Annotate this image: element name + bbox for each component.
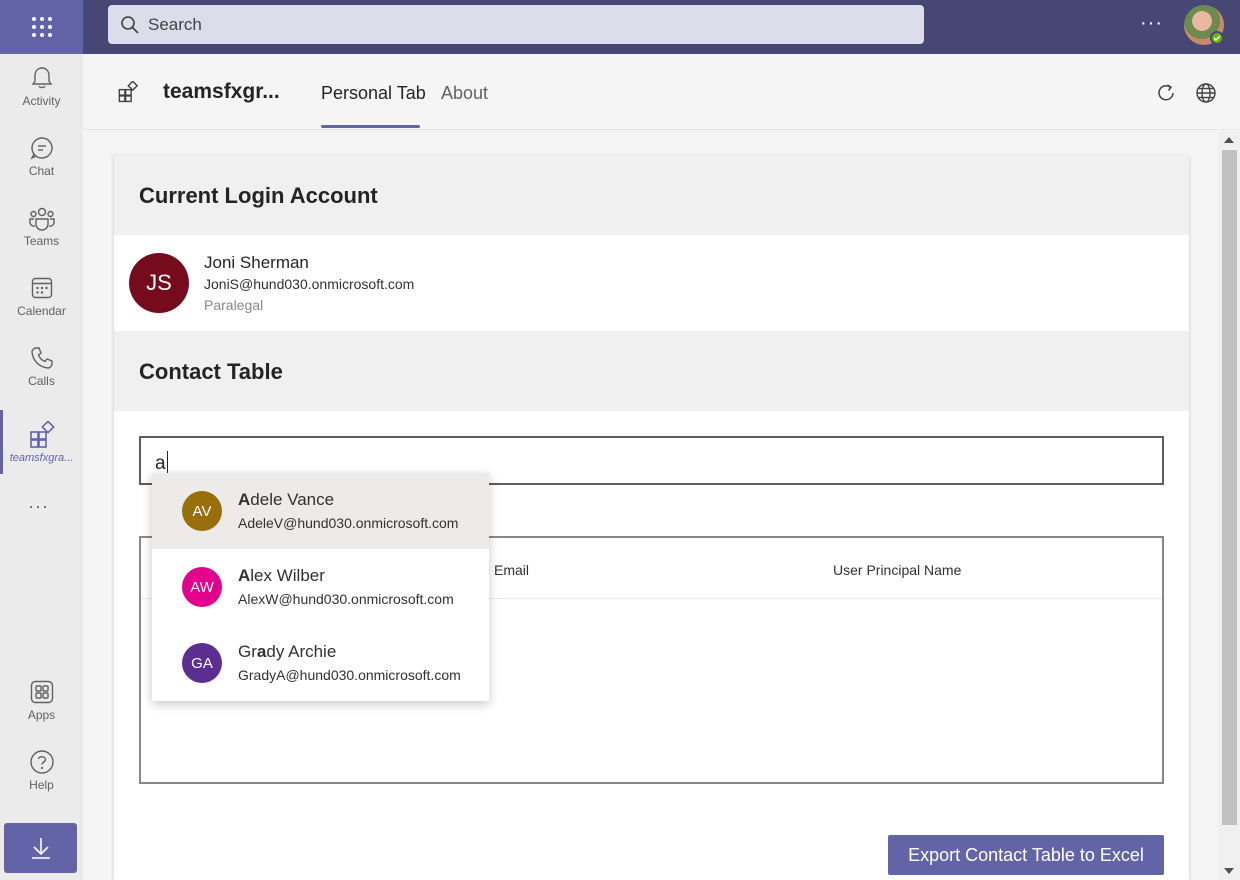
calendar-icon (31, 277, 52, 298)
scrollbar-thumb[interactable] (1222, 150, 1237, 825)
people-suggestions-list: AV Adele Vance AdeleV@hund030.onmicrosof… (152, 473, 489, 701)
top-bar: Search ··· (0, 0, 1240, 54)
rail-label: Chat (28, 163, 55, 178)
app-header: teamsfxgr... Personal Tab About (83, 54, 1240, 130)
rail-item-activity[interactable]: Activity (0, 54, 83, 118)
suggestion-email: AdeleV@hund030.onmicrosoft.com (238, 515, 459, 531)
help-icon (29, 749, 54, 774)
suggestion-avatar: AW (182, 567, 222, 607)
persona-avatar: JS (129, 253, 189, 313)
column-header-email[interactable]: Email (494, 562, 529, 578)
search-box[interactable]: Search (108, 5, 924, 44)
bell-icon (31, 66, 52, 88)
app-rail: Activity Chat Teams Calendar Calls teams… (0, 54, 83, 880)
globe-icon (1196, 83, 1216, 103)
name-suffix: lex Wilber (250, 566, 325, 585)
name-match: a (256, 642, 267, 661)
suggestion-email: AlexW@hund030.onmicrosoft.com (238, 591, 454, 607)
contacts-section-title: Contact Table (139, 359, 283, 384)
rail-label: Teams (23, 233, 60, 248)
persona-name: Joni Sherman (204, 253, 309, 272)
login-section-header: Current Login Account (114, 155, 1189, 235)
app-title: teamsfxgr... (163, 80, 280, 103)
rail-item-calls[interactable]: Calls (0, 334, 83, 398)
refresh-icon (1158, 84, 1174, 101)
phone-icon (30, 346, 53, 369)
rail-label: Apps (27, 707, 56, 722)
persona-job-title: Paralegal (204, 297, 264, 313)
teams-icon (28, 207, 55, 231)
scroll-down-arrow-icon[interactable] (1224, 868, 1234, 874)
more-apps-button[interactable]: ··· (28, 496, 49, 517)
rail-item-calendar[interactable]: Calendar (0, 264, 83, 328)
rail-label: Help (29, 777, 54, 792)
app-launcher-button[interactable] (0, 0, 83, 54)
rail-item-help[interactable]: Help (0, 738, 83, 802)
app-icon (118, 80, 139, 103)
refresh-button[interactable] (1155, 82, 1177, 109)
selected-tab-indicator (321, 125, 420, 128)
app-icon (29, 420, 55, 448)
rail-item-chat[interactable]: Chat (0, 124, 83, 188)
suggestion-name: Alex Wilber (238, 566, 325, 586)
name-suffix: dele Vance (250, 490, 335, 509)
column-header-upn[interactable]: User Principal Name (833, 562, 961, 578)
rail-item-teamsfx-app[interactable]: teamsfxgra... (0, 410, 83, 474)
rail-label: teamsfxgra... (9, 451, 74, 464)
more-options-button[interactable]: ··· (1140, 12, 1163, 35)
suggestion-item[interactable]: GA Grady Archie GradyA@hund030.onmicroso… (152, 625, 489, 701)
open-in-browser-button[interactable] (1195, 82, 1217, 109)
people-picker-text: a (155, 453, 166, 474)
rail-item-teams[interactable]: Teams (0, 194, 83, 258)
scroll-up-arrow-icon[interactable] (1224, 137, 1234, 143)
people-picker-value: a (155, 451, 168, 475)
name-match: A (238, 566, 251, 585)
tab-about[interactable]: About (441, 83, 488, 104)
persona-email: JoniS@hund030.onmicrosoft.com (204, 276, 415, 292)
text-caret (166, 451, 168, 473)
download-app-button[interactable] (4, 823, 77, 873)
name-prefix: Gr (238, 642, 257, 661)
suggestion-item[interactable]: AW Alex Wilber AlexW@hund030.onmicrosoft… (152, 549, 489, 625)
chat-icon (29, 136, 53, 160)
suggestion-avatar: GA (182, 643, 222, 683)
search-placeholder: Search (148, 14, 202, 34)
app-header-icon (117, 80, 139, 108)
export-to-excel-button[interactable]: Export Contact Table to Excel (888, 835, 1164, 875)
rail-label: Calendar (17, 303, 66, 318)
contacts-section-header: Contact Table (114, 331, 1189, 411)
suggestion-name: Adele Vance (238, 490, 334, 510)
suggestion-name: Grady Archie (238, 642, 336, 662)
name-match: A (238, 490, 251, 509)
presence-available-icon (1210, 31, 1224, 45)
apps-icon (30, 680, 53, 703)
login-section-title: Current Login Account (139, 183, 378, 208)
download-icon (31, 838, 50, 859)
name-suffix: dy Archie (266, 642, 337, 661)
search-icon (121, 15, 139, 34)
suggestion-avatar: AV (182, 491, 222, 531)
waffle-icon (31, 17, 52, 37)
rail-label: Activity (22, 93, 61, 108)
suggestion-item[interactable]: AV Adele Vance AdeleV@hund030.onmicrosof… (152, 473, 489, 549)
rail-label: Calls (28, 373, 55, 388)
rail-item-apps[interactable]: Apps (0, 668, 83, 732)
tab-personal[interactable]: Personal Tab (321, 83, 426, 104)
suggestion-email: GradyA@hund030.onmicrosoft.com (238, 667, 461, 683)
